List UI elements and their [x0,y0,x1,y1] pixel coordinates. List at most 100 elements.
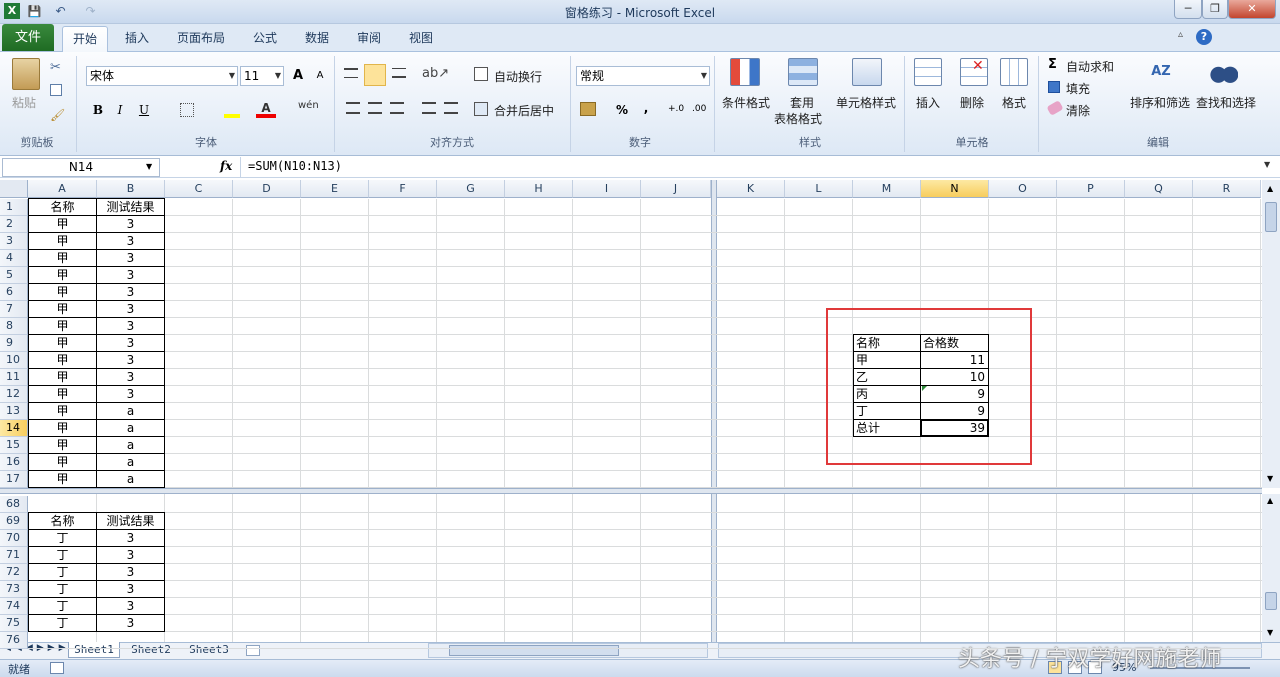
column-header-L[interactable]: L [785,180,853,198]
table-row-name[interactable]: 丁 [28,546,97,564]
row-header-12[interactable]: 12 [0,386,28,403]
fill-icon[interactable] [1048,81,1060,93]
scroll-down-icon[interactable]: ▼ [1267,474,1273,483]
table-row-result[interactable]: 3 [96,334,165,352]
font-color-button[interactable]: A [256,98,276,118]
conditional-format-icon[interactable] [730,58,760,86]
scroll-down-icon[interactable]: ▼ [1267,628,1273,637]
row-header-7[interactable]: 7 [0,301,28,318]
increase-decimal-button[interactable]: +.0 [668,104,684,114]
insert-cells-icon[interactable] [914,58,942,86]
tab-review[interactable]: 审阅 [348,26,390,52]
row-header-5[interactable]: 5 [0,267,28,284]
format-as-table-button-line2[interactable]: 表格格式 [774,110,822,127]
table-row-result[interactable]: 3 [96,563,165,581]
column-header-O[interactable]: O [989,180,1057,198]
table-row-name[interactable]: 甲 [28,453,97,471]
minimize-button[interactable]: ─ [1174,0,1202,19]
cell-B69[interactable]: 测试结果 [96,512,165,530]
column-header-E[interactable]: E [301,180,369,198]
column-header-M[interactable]: M [853,180,921,198]
table-row-result[interactable]: 3 [96,300,165,318]
decrease-indent-icon[interactable] [422,102,436,114]
column-header-J[interactable]: J [641,180,711,198]
column-header-D[interactable]: D [233,180,301,198]
table-row-name[interactable]: 甲 [28,351,97,369]
font-size-select[interactable]: 11 ▼ [240,66,284,86]
vertical-scrollbar-bottom[interactable]: ▲ ▼ [1262,494,1280,642]
name-box[interactable]: N14 [2,158,160,177]
column-header-I[interactable]: I [573,180,641,198]
row-header-6[interactable]: 6 [0,284,28,301]
table-row-name[interactable]: 甲 [28,232,97,250]
row-header-71[interactable]: 71 [0,547,28,564]
column-header-Q[interactable]: Q [1125,180,1193,198]
name-box-dropdown-icon[interactable]: ▼ [146,162,152,171]
row-header-4[interactable]: 4 [0,250,28,267]
ribbon-collapse-icon[interactable]: ▵ [1178,29,1183,40]
row-header-9[interactable]: 9 [0,335,28,352]
row-header-2[interactable]: 2 [0,216,28,233]
tab-data[interactable]: 数据 [296,26,338,52]
table-row-result[interactable]: 3 [96,249,165,267]
horizontal-scrollbar-left[interactable] [428,643,708,658]
orientation-icon[interactable]: ab↗ [422,66,449,81]
row-header-11[interactable]: 11 [0,369,28,386]
cell-B1[interactable]: 测试结果 [96,198,165,216]
column-header-R[interactable]: R [1193,180,1261,198]
autosum-button[interactable]: 自动求和 [1066,58,1114,75]
align-bottom-icon[interactable] [392,68,406,78]
fx-icon[interactable]: fx [220,159,232,173]
paste-icon[interactable] [12,58,40,90]
table-row-name[interactable]: 丁 [28,597,97,615]
find-select-icon[interactable] [1210,58,1238,86]
row-header-13[interactable]: 13 [0,403,28,420]
cell-A69[interactable]: 名称 [28,512,97,530]
row-header-14[interactable]: 14 [0,420,28,437]
scroll-thumb[interactable] [1265,592,1277,610]
merge-center-button[interactable]: 合并后居中 [494,102,554,119]
align-center-icon[interactable] [368,102,382,114]
format-cells-button[interactable]: 格式 [1002,94,1026,111]
paste-button[interactable]: 粘贴 [12,94,36,111]
row-header-68[interactable]: 68 [0,496,28,513]
merge-center-icon[interactable] [474,102,488,116]
table-row-name[interactable]: 甲 [28,317,97,335]
row-header-76[interactable]: 76 [0,632,28,649]
increase-indent-icon[interactable] [444,102,458,114]
macro-record-icon[interactable] [50,662,64,674]
cell-styles-icon[interactable] [852,58,882,86]
table-row-name[interactable]: 丁 [28,563,97,581]
table-row-result[interactable]: 3 [96,266,165,284]
align-top-icon[interactable] [344,68,358,78]
column-header-P[interactable]: P [1057,180,1125,198]
table-row-name[interactable]: 甲 [28,419,97,437]
wrap-text-button[interactable]: 自动换行 [494,68,542,85]
font-name-select[interactable]: 宋体 ▼ [86,66,238,86]
table-row-result[interactable]: 3 [96,597,165,615]
wrap-text-icon[interactable] [474,67,488,81]
bold-button[interactable]: B [88,100,108,120]
fill-button[interactable]: 填充 [1066,80,1090,97]
tab-page-layout[interactable]: 页面布局 [170,26,232,52]
row-header-72[interactable]: 72 [0,564,28,581]
table-row-result[interactable]: a [96,470,165,488]
format-as-table-button-line1[interactable]: 套用 [790,94,814,111]
table-row-result[interactable]: 3 [96,283,165,301]
restore-button[interactable]: ❐ [1202,0,1228,19]
delete-cells-button[interactable]: 删除 [960,94,984,111]
table-row-name[interactable]: 甲 [28,402,97,420]
clear-button[interactable]: 清除 [1066,102,1090,119]
column-header-N[interactable]: N [921,180,989,198]
row-header-3[interactable]: 3 [0,233,28,250]
table-row-name[interactable]: 甲 [28,266,97,284]
table-row-name[interactable]: 甲 [28,470,97,488]
sort-filter-button[interactable]: 排序和筛选 [1130,94,1190,111]
column-header-B[interactable]: B [97,180,165,198]
table-row-result[interactable]: 3 [96,614,165,632]
table-row-result[interactable]: 3 [96,546,165,564]
border-icon[interactable] [180,103,194,117]
tab-view[interactable]: 视图 [400,26,442,52]
horizontal-split-bar[interactable] [0,488,1262,494]
tab-file[interactable]: 文件 [2,24,54,51]
